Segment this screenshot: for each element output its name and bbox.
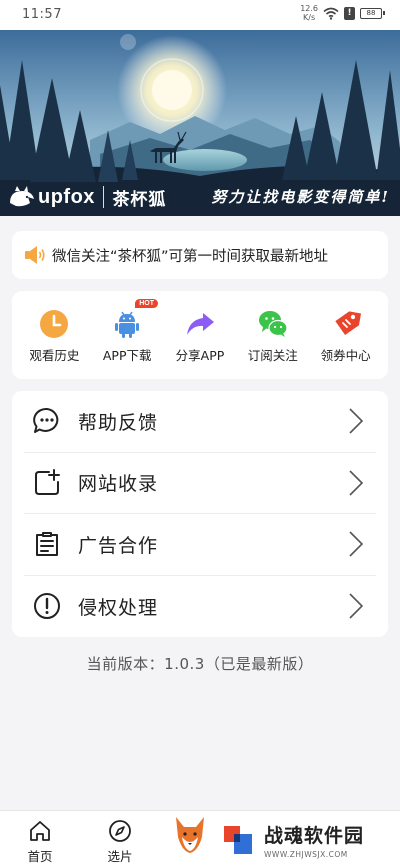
fox-mascot-icon[interactable] [172,813,208,859]
watermark-url: WWW.ZHJWSJX.COM [264,850,348,859]
banner-slogan: 努力让找电影变得简单! [211,188,390,206]
notification-icon: ! [344,6,355,20]
coupon-tag-icon [334,311,361,336]
battery-icon: 88 [360,7,385,19]
menu-item-site-submit[interactable]: 网站收录 [24,453,376,514]
notice-card[interactable]: 微信关注“茶杯狐”可第一时间获取最新地址 [12,231,388,279]
notice-text: 微信关注“茶杯狐”可第一时间获取最新地址 [52,248,329,265]
alert-circle-icon [34,593,60,620]
quick-actions: 观看历史 HOT APP下载 分享APP 订阅关注 领券中心 [12,291,388,379]
clock-icon [40,310,69,338]
menu-item-help-feedback[interactable]: 帮助反馈 [24,391,376,453]
hot-badge: HOT [135,299,158,308]
bottom-nav: 首页 选片 战魂软件园 WWW.ZHJWSJX.COM [0,810,400,866]
compass-icon [109,820,131,842]
watermark: 战魂软件园 WWW.ZHJWSJX.COM [212,813,400,866]
wechat-icon [258,311,288,337]
net-speed: 12.6 K/s [300,4,318,22]
watermark-logo-icon [224,826,252,854]
speaker-icon [25,246,45,264]
nav-home[interactable]: 首页 [15,819,65,865]
chevron-right-icon [349,470,364,496]
logo-cn-text: 茶杯狐 [112,189,167,210]
chevron-right-icon [349,531,364,557]
quick-item-subscribe[interactable]: 订阅关注 [237,291,309,379]
menu-item-infringement[interactable]: 侵权处理 [24,576,376,638]
quick-item-history[interactable]: 观看历史 [18,291,90,379]
document-icon [36,532,58,557]
menu-list: 帮助反馈 网站收录 广告合作 侵权处理 [12,391,388,637]
add-page-icon [35,468,60,495]
logo-text: upfox [38,185,95,208]
logo-divider [102,186,105,208]
fox-logo-icon [10,186,34,207]
chat-bubble-icon [33,408,59,434]
quick-item-app-download[interactable]: HOT APP下载 [91,291,163,379]
status-time: 11:57 [22,7,62,22]
android-icon [115,311,140,338]
chevron-right-icon [349,408,364,434]
status-bar: 11:57 12.6 K/s ! 88 [0,0,400,30]
version-text: 当前版本：1.0.3（已是最新版） [86,655,314,673]
status-icons: 12.6 K/s ! 88 [300,4,385,22]
menu-item-ad-cooperation[interactable]: 广告合作 [24,514,376,576]
quick-item-coupons[interactable]: 领券中心 [310,291,382,379]
wifi-icon [323,7,339,20]
chevron-right-icon [349,593,364,619]
header-banner: upfox 茶杯狐 努力让找电影变得简单! [0,30,400,216]
quick-item-share[interactable]: 分享APP [164,291,236,379]
share-arrow-icon [186,313,214,335]
watermark-title: 战魂软件园 [264,825,365,847]
nav-pick-films[interactable]: 选片 [95,819,145,865]
home-icon [30,821,50,841]
